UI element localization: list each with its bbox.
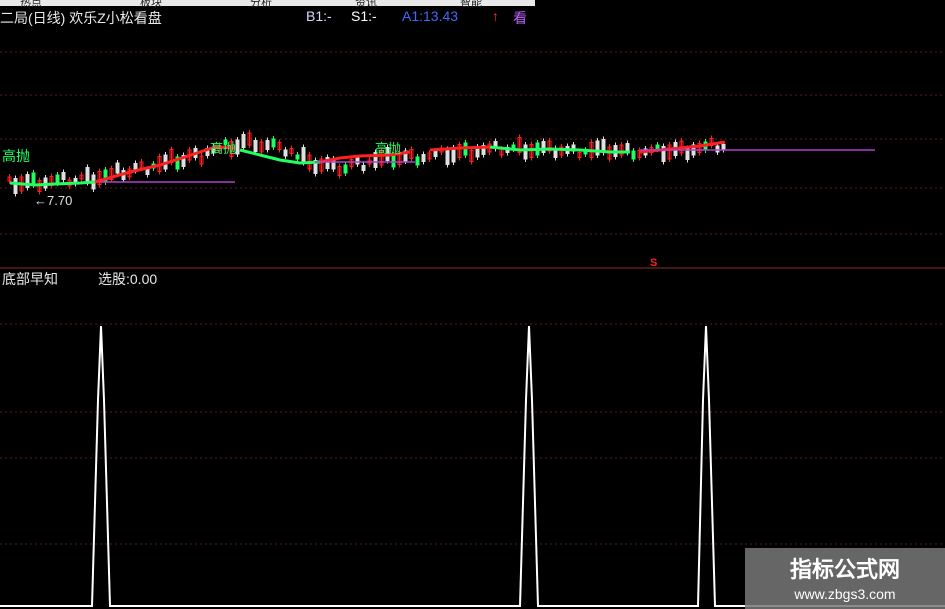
sell-label-left: 高抛 [2, 148, 30, 164]
watermark-url: www.zbgs3.com [794, 586, 896, 602]
candle-body [55, 174, 60, 184]
sell-signal-marker: S [650, 257, 658, 269]
candlesticks [7, 130, 726, 197]
candle-body [61, 172, 66, 180]
candle-body [295, 154, 300, 160]
main-grid [0, 51, 945, 235]
candle-body [343, 164, 348, 174]
candle-body [433, 151, 438, 157]
indicator-value: 选股:0.00 [98, 271, 158, 287]
candle-body [85, 167, 90, 183]
candle-body [595, 140, 600, 156]
candle-body [31, 172, 36, 186]
candle-body [115, 162, 120, 174]
candle-body [145, 169, 150, 175]
candle-body [253, 140, 258, 152]
candle-body [421, 154, 426, 162]
candle-body [523, 144, 528, 160]
candle-body [283, 149, 288, 157]
candle-body [265, 140, 270, 150]
candle-body [361, 165, 366, 171]
candle-body [13, 178, 18, 194]
chart-canvas [0, 51, 945, 607]
sell-label-mid1: 高抛 [210, 141, 237, 156]
low-price-marker: ←7.70 [34, 193, 73, 208]
indicator-grid [0, 323, 945, 545]
candle-body [541, 141, 546, 153]
candle-body [271, 138, 276, 148]
candle-body [355, 157, 360, 165]
indicator-title: 底部早知 [2, 271, 58, 287]
candle-body [451, 147, 456, 163]
candle-body [415, 156, 420, 166]
candle-body [715, 145, 720, 153]
candle-body [631, 150, 636, 160]
watermark-title: 指标公式网 [789, 557, 900, 582]
candle-body [655, 144, 660, 150]
candle-body [301, 147, 306, 163]
sell-label-mid2: 高抛 [375, 141, 402, 156]
watermark: 指标公式网 www.zbgs3.com [745, 548, 945, 609]
candle-body [235, 139, 240, 155]
candle-body [445, 149, 450, 165]
candle-body [241, 134, 246, 148]
candle-body [721, 144, 726, 150]
